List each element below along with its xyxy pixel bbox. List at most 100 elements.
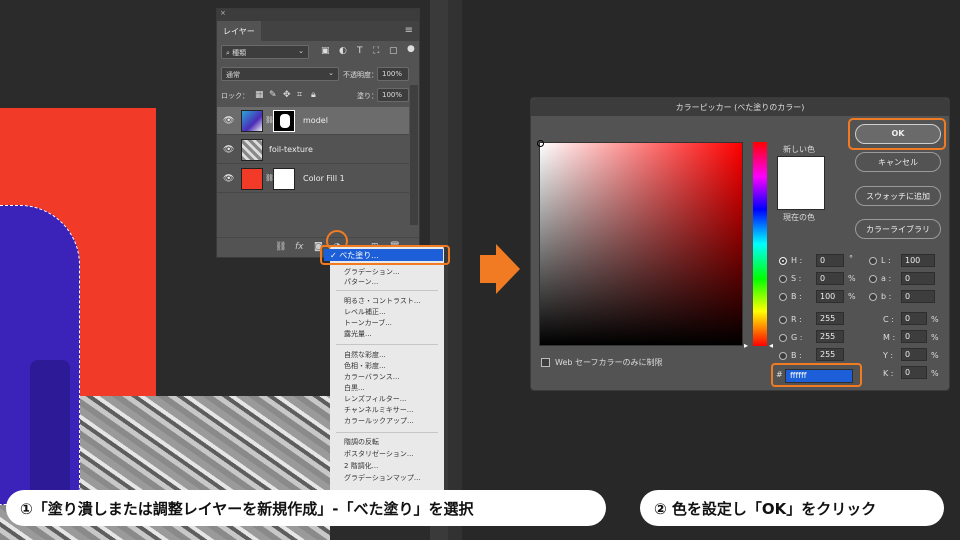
add-to-swatches-button[interactable]: スウォッチに追加 <box>855 186 941 206</box>
radio-a[interactable] <box>869 275 877 283</box>
y-field[interactable]: 0 <box>901 348 927 361</box>
filter-select[interactable]: ⌕ 種類 ⌄ <box>221 45 309 59</box>
caption-step-2: ② 色を設定し「OK」をクリック <box>640 490 944 526</box>
menu-item-color-lookup[interactable]: カラールックアップ... <box>344 416 414 426</box>
k-field[interactable]: 0 <box>901 366 927 379</box>
menu-separator <box>336 344 438 345</box>
blend-mode-select[interactable]: 通常 ⌄ <box>221 67 339 81</box>
websafe-checkbox[interactable] <box>541 358 550 367</box>
layer-thumbnail <box>241 139 263 161</box>
a-field[interactable]: 0 <box>901 272 935 285</box>
filter-adjustment-icon[interactable]: ◐ <box>339 46 347 56</box>
layer-row-color-fill[interactable]: 👁︎ ⛓ Color Fill 1 <box>217 165 409 193</box>
g-label: G : <box>791 333 803 342</box>
filter-text-icon[interactable]: T <box>357 46 363 56</box>
c-field[interactable]: 0 <box>901 312 927 325</box>
s-field[interactable]: 0 <box>816 272 844 285</box>
panel-divider-2 <box>448 0 462 540</box>
panel-menu-icon[interactable]: ≡ <box>405 25 413 36</box>
m-label: M : <box>883 333 896 342</box>
menu-item-pattern[interactable]: パターン... <box>344 277 378 287</box>
h-field[interactable]: 0 <box>816 254 844 267</box>
lock-artboard-icon[interactable]: ⌗ <box>297 90 302 100</box>
filter-toggle-icon[interactable]: ● <box>407 44 415 54</box>
panel-scrollbar[interactable] <box>410 85 418 225</box>
menu-item-vibrance[interactable]: 自然な彩度... <box>344 350 386 360</box>
color-libraries-button[interactable]: カラーライブラリ <box>855 219 941 239</box>
ok-button-highlight <box>848 118 946 150</box>
menu-item-color-balance[interactable]: カラーバランス... <box>344 372 399 382</box>
opacity-field[interactable]: 100% <box>377 67 409 81</box>
eye-icon[interactable]: 👁︎ <box>223 174 234 184</box>
link-icon[interactable]: ⛓ <box>275 242 286 252</box>
radio-h[interactable] <box>779 257 787 265</box>
lock-paint-icon[interactable]: ✎ <box>269 90 277 100</box>
r-field[interactable]: 255 <box>816 312 844 325</box>
menu-item-invert[interactable]: 階調の反転 <box>344 437 379 447</box>
layer-name: Color Fill 1 <box>303 174 345 183</box>
menu-item-posterize[interactable]: ポスタリゼーション... <box>344 449 414 459</box>
radio-b[interactable] <box>779 293 787 301</box>
new-color-label: 新しい色 <box>783 145 815 154</box>
menu-item-black-white[interactable]: 白黒... <box>344 383 365 393</box>
lock-all-icon[interactable]: 🔒︎ <box>311 90 316 100</box>
color-preview-swatch <box>777 156 825 210</box>
cancel-button[interactable]: キャンセル <box>855 152 941 172</box>
layer-mask-thumbnail[interactable] <box>273 110 295 132</box>
menu-item-hue-saturation[interactable]: 色相・彩度... <box>344 361 386 371</box>
tab-layers[interactable]: レイヤー <box>217 21 261 41</box>
radio-l[interactable] <box>869 257 877 265</box>
menu-item-channel-mixer[interactable]: チャンネルミキサー... <box>344 405 413 415</box>
lab-b-field[interactable]: 0 <box>901 290 935 303</box>
menu-item-exposure[interactable]: 露光量... <box>344 329 372 339</box>
menu-separator <box>336 290 438 291</box>
l-field[interactable]: 100 <box>901 254 935 267</box>
b-unit: % <box>848 292 856 301</box>
hue-slider-right-handle[interactable]: ◂ <box>769 341 773 350</box>
filter-image-icon[interactable]: ▣ <box>321 46 330 56</box>
menu-item-threshold[interactable]: 2 階調化... <box>344 461 378 471</box>
mask-shape <box>280 114 290 128</box>
h-label: H : <box>791 256 803 265</box>
fx-icon[interactable]: fx <box>295 242 304 252</box>
solid-color-highlight <box>320 245 450 265</box>
g-field[interactable]: 255 <box>816 330 844 343</box>
lock-position-icon[interactable]: ✥ <box>283 90 291 100</box>
lab-b-label: b : <box>881 292 892 301</box>
radio-g[interactable] <box>779 334 787 342</box>
radio-r[interactable] <box>779 316 787 324</box>
hue-slider[interactable] <box>753 142 767 346</box>
k-unit: % <box>931 369 939 378</box>
radio-s[interactable] <box>779 275 787 283</box>
menu-item-photo-filter[interactable]: レンズフィルター... <box>344 394 406 404</box>
blue-field[interactable]: 255 <box>816 348 844 361</box>
menu-item-gradient-map[interactable]: グラデーションマップ... <box>344 473 421 483</box>
layer-row-foil-texture[interactable]: 👁︎ foil-texture <box>217 136 409 164</box>
c-label: C : <box>883 315 894 324</box>
radio-blue[interactable] <box>779 352 787 360</box>
layer-mask-thumbnail[interactable] <box>273 168 295 190</box>
chevron-down-icon: ⌄ <box>328 69 334 77</box>
menu-item-curves[interactable]: トーンカーブ... <box>344 318 392 328</box>
eye-icon[interactable]: 👁︎ <box>223 116 234 126</box>
lock-pixels-icon[interactable]: ▦ <box>255 90 264 100</box>
k-label: K : <box>883 369 894 378</box>
filter-smart-object-icon[interactable]: ▢ <box>389 46 398 56</box>
hue-slider-left-handle[interactable]: ▸ <box>744 341 748 350</box>
menu-item-brightness[interactable]: 明るさ・コントラスト... <box>344 296 421 306</box>
color-marker[interactable] <box>537 140 544 147</box>
eye-icon[interactable]: 👁︎ <box>223 145 234 155</box>
menu-item-gradient[interactable]: グラデーション... <box>344 267 400 277</box>
menu-item-levels[interactable]: レベル補正... <box>344 307 386 317</box>
s-label: S : <box>791 274 802 283</box>
close-icon[interactable]: × <box>220 9 226 17</box>
fill-field[interactable]: 100% <box>377 88 409 102</box>
m-field[interactable]: 0 <box>901 330 927 343</box>
saturation-brightness-field[interactable] <box>537 140 743 346</box>
panel-titlebar: × <box>217 9 419 21</box>
b-field[interactable]: 100 <box>816 290 844 303</box>
radio-lab-b[interactable] <box>869 293 877 301</box>
current-color-label: 現在の色 <box>783 213 815 222</box>
filter-shape-icon[interactable]: ⛶ <box>373 46 379 56</box>
layer-row-model[interactable]: 👁︎ ⛓ model <box>217 107 409 135</box>
